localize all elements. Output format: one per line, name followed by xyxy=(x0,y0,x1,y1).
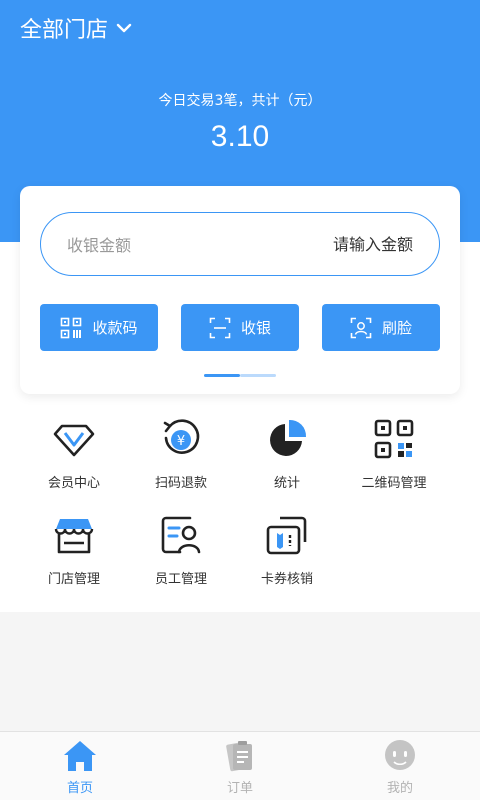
scan-icon xyxy=(209,317,231,338)
grid-label: 卡券核销 xyxy=(260,572,313,587)
store-selector-label: 全部门店 xyxy=(20,18,109,43)
face-scan-icon xyxy=(350,317,372,338)
cashier-button[interactable]: 收银 xyxy=(181,304,299,351)
grid-label: 二维码管理 xyxy=(361,476,427,491)
indicator-dot xyxy=(240,374,276,377)
chevron-down-icon xyxy=(116,23,132,33)
qr-code-icon xyxy=(61,317,82,338)
transaction-summary: 今日交易3笔，共计（元） xyxy=(158,93,322,109)
cashier-actions: 收款码 收银 刷脸 xyxy=(40,304,440,351)
qr-code-icon xyxy=(374,419,414,459)
tab-home[interactable]: 首页 xyxy=(0,732,160,800)
grid-label: 门店管理 xyxy=(47,572,100,587)
grid-item-statistics[interactable]: 统计 xyxy=(232,418,342,491)
grid-item-member-center[interactable]: 会员中心 xyxy=(19,418,129,491)
svg-text:¥: ¥ xyxy=(177,434,185,449)
store-selector[interactable]: 全部门店 xyxy=(20,12,132,44)
coupon-icon xyxy=(266,516,307,555)
amount-label: 收银金额 xyxy=(67,236,132,255)
order-icon xyxy=(226,741,252,772)
tab-profile[interactable]: 我的 xyxy=(320,732,480,800)
grid-item-qr-management[interactable]: 二维码管理 xyxy=(339,418,449,491)
indicator-dot-active xyxy=(204,374,240,377)
pie-chart-icon xyxy=(270,419,307,456)
face-pay-button[interactable]: 刷脸 xyxy=(322,304,440,351)
face-pay-label: 刷脸 xyxy=(381,319,412,337)
cashier-card: 收银金额 收款码 收银 xyxy=(20,186,460,394)
grid-item-coupon-verification[interactable]: 卡券核销 xyxy=(232,514,342,587)
grid-label: 员工管理 xyxy=(154,572,207,587)
transaction-total: 3.10 xyxy=(210,120,270,153)
refund-icon: ¥ xyxy=(163,419,200,454)
grid-item-scan-refund[interactable]: ¥ 扫码退款 xyxy=(126,418,236,491)
amount-field[interactable]: 收银金额 xyxy=(40,212,440,276)
bottom-tab-bar: 首页 订单 我的 xyxy=(0,731,480,800)
home-icon xyxy=(64,741,96,771)
payment-code-button[interactable]: 收款码 xyxy=(40,304,158,351)
grid-label: 会员中心 xyxy=(47,476,100,491)
store-icon xyxy=(54,519,94,554)
grid-item-staff-management[interactable]: 员工管理 xyxy=(126,514,236,587)
diamond-icon xyxy=(53,424,95,457)
tab-profile-label: 我的 xyxy=(386,781,413,796)
tab-home-label: 首页 xyxy=(66,781,93,796)
tab-orders-label: 订单 xyxy=(226,781,253,796)
grid-label: 扫码退款 xyxy=(154,476,207,491)
page-indicator xyxy=(204,374,276,377)
staff-icon xyxy=(161,516,201,554)
cashier-label: 收银 xyxy=(240,319,271,337)
grid-label: 统计 xyxy=(273,476,300,491)
profile-icon xyxy=(385,740,415,770)
grid-item-store-management[interactable]: 门店管理 xyxy=(19,514,129,587)
tab-orders[interactable]: 订单 xyxy=(160,732,320,800)
payment-code-label: 收款码 xyxy=(92,319,138,337)
amount-input[interactable] xyxy=(263,234,413,254)
